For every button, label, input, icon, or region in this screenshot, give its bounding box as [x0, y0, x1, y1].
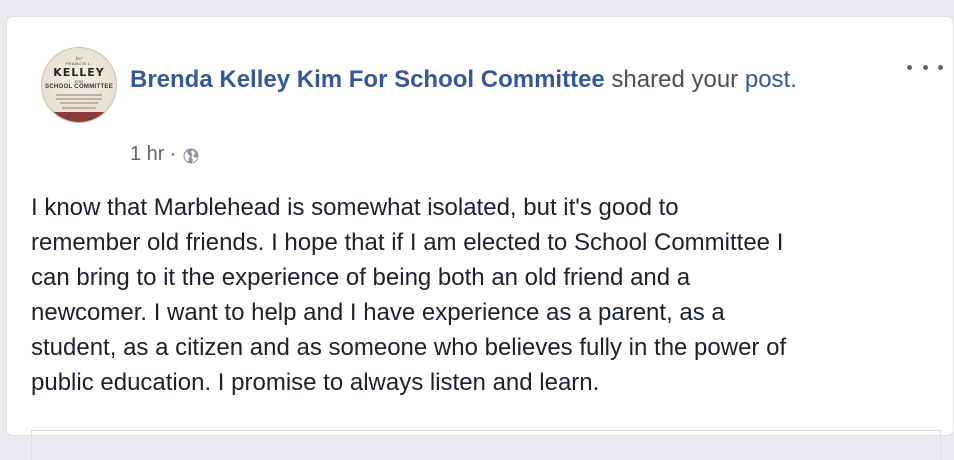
globe-icon[interactable] [183, 147, 199, 163]
meta-separator: · [169, 143, 177, 165]
more-dot [938, 64, 943, 70]
avatar-big-name: KELLEY [53, 66, 105, 79]
post-body-text: I know that Marblehead is somewhat isola… [31, 194, 787, 396]
more-dot [907, 64, 912, 70]
post-card: for FRANCIS L. KELLEY FOR SCHOOL COMMITT… [6, 16, 954, 460]
page-avatar[interactable]: for FRANCIS L. KELLEY FOR SCHOOL COMMITT… [41, 47, 117, 123]
post-header: Brenda Kelley Kim For School Committee s… [130, 61, 860, 99]
avatar-red-band [42, 112, 116, 122]
shared-post-preview[interactable] [31, 430, 941, 460]
post-link[interactable]: post. [745, 66, 797, 93]
more-dot [922, 64, 928, 70]
avatar-fine-print-line [60, 102, 98, 104]
timestamp-link[interactable]: 1 hr [130, 143, 164, 166]
avatar-fine-print-line [62, 107, 96, 109]
page-name-link[interactable]: Brenda Kelley Kim For School Committee [130, 66, 605, 93]
more-options-icon[interactable] [907, 57, 943, 77]
post-meta: 1 hr · [130, 143, 199, 166]
shared-your-text: shared your [604, 66, 745, 93]
avatar-fine-print-line [56, 94, 102, 96]
avatar-committee-text: SCHOOL COMMITTEE [44, 84, 114, 90]
avatar-fine-print-line [56, 98, 102, 100]
